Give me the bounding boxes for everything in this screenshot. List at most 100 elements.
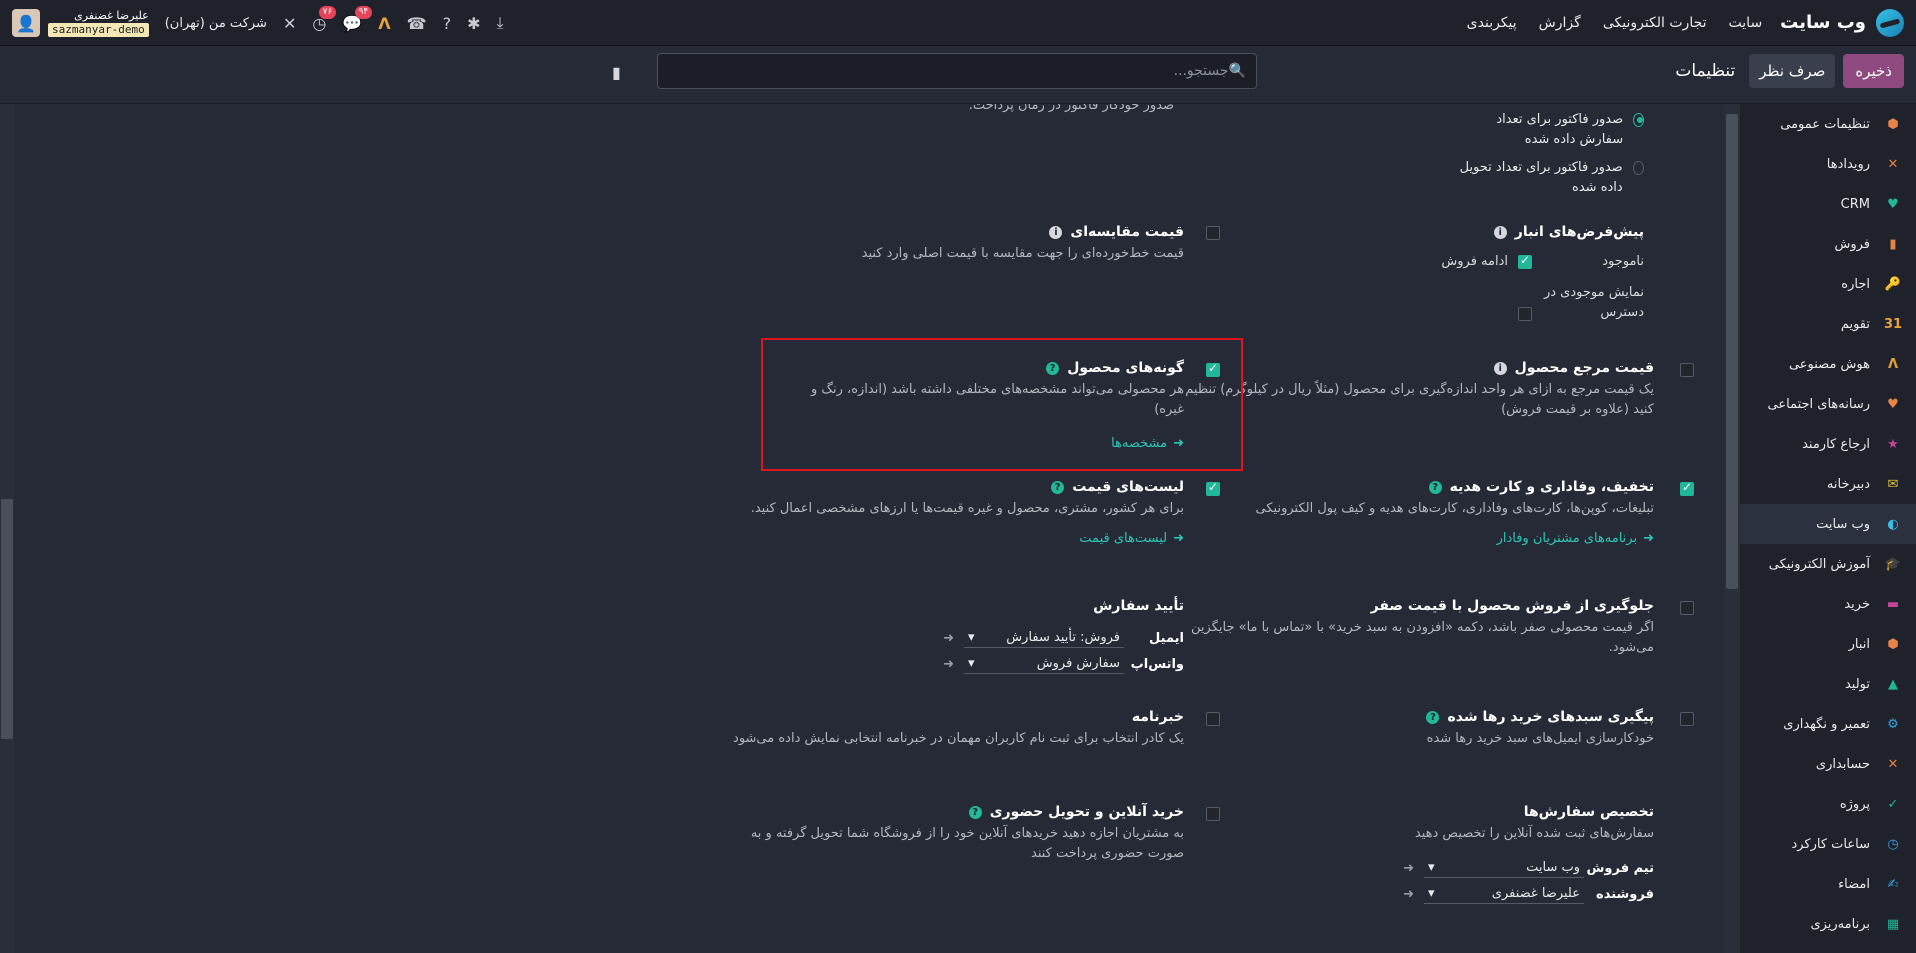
- sidebar-item[interactable]: ▦ برنامه‌ریزی: [1740, 904, 1916, 944]
- newsletter-checkbox[interactable]: [1206, 712, 1220, 726]
- pricelists-link-label: لیست‌های قیمت: [1079, 531, 1168, 546]
- continue-selling-checkbox[interactable]: [1518, 253, 1532, 269]
- app-icon: ✓: [1887, 796, 1899, 812]
- sidebar-item[interactable]: ◷ ساعات کارکرد: [1740, 824, 1916, 864]
- discard-button[interactable]: صرف نظر: [1749, 54, 1836, 88]
- sidebar-item[interactable]: 🎓 آموزش الکترونیکی: [1740, 544, 1916, 584]
- messages-icon[interactable]: 💬 ۹۴: [342, 5, 373, 33]
- debug-bug-icon[interactable]: ✱: [467, 14, 480, 33]
- radio-ordered[interactable]: [1633, 113, 1644, 127]
- sidebar-item-label: تقویم: [1840, 316, 1870, 332]
- download-icon[interactable]: ⤓: [496, 13, 503, 33]
- avatar: 👤: [12, 9, 40, 37]
- help-icon[interactable]: ?: [1428, 480, 1442, 494]
- sidebar-item[interactable]: ♥ CRM: [1740, 184, 1916, 224]
- app-icon: ⬢: [1887, 636, 1899, 652]
- reference-price-checkbox[interactable]: [1680, 363, 1694, 377]
- radio-invoice-ordered[interactable]: صدور فاکتور برای تعداد سفارش داده شده: [1454, 110, 1644, 150]
- search-icon[interactable]: 🔍: [1229, 63, 1246, 79]
- activity-clock-icon[interactable]: ◷ ۷۶: [312, 5, 337, 33]
- open-record-arrow-icon[interactable]: ➜: [943, 631, 954, 646]
- user-menu[interactable]: 👤 علیرضا غضنفری sazmanyar-demo: [12, 9, 149, 37]
- menu-report[interactable]: گزارش: [1539, 15, 1581, 31]
- app-name: وب سایت: [1780, 12, 1866, 33]
- sidebar-item[interactable]: Λ هوش مصنوعی: [1740, 344, 1916, 384]
- abandoned-carts-checkbox[interactable]: [1680, 712, 1694, 726]
- menu-ecommerce[interactable]: تجارت الکترونیکی: [1603, 15, 1707, 31]
- pricelists-checkbox[interactable]: [1206, 480, 1220, 496]
- ai-icon[interactable]: Λ: [378, 14, 390, 33]
- whatsapp-template-select[interactable]: سفارش فروش ▾: [964, 654, 1124, 674]
- compare-price-checkbox[interactable]: [1206, 226, 1220, 240]
- open-record-arrow-icon[interactable]: ➜: [1403, 861, 1414, 876]
- app-icon: ⬢: [1887, 116, 1899, 132]
- app-icon: ▮: [1889, 236, 1897, 252]
- menu-configuration[interactable]: پیکربندی: [1467, 15, 1517, 31]
- email-template-select[interactable]: فروش: تأیید سفارش ▾: [964, 628, 1124, 648]
- menu-site[interactable]: سایت: [1729, 15, 1763, 31]
- bookmark-icon[interactable]: ▮: [612, 63, 621, 82]
- sidebar-item[interactable]: 🔑 اجاره: [1740, 264, 1916, 304]
- pricelists-setting: لیست‌های قیمت? برای هر کشور، مشتری، محصو…: [714, 479, 1184, 546]
- email-label: ایمیل: [1149, 630, 1184, 646]
- radio-delivered[interactable]: [1632, 161, 1644, 175]
- loyalty-checkbox[interactable]: [1680, 480, 1694, 496]
- radio-invoice-delivered[interactable]: صدور فاکتور برای تعداد تحویل داده شده: [1454, 158, 1644, 198]
- zero-price-setting: جلوگیری از فروش محصول با قیمت صفر اگر قی…: [1184, 598, 1654, 658]
- sidebar-item[interactable]: ▮ فروش: [1740, 224, 1916, 264]
- sidebar-item[interactable]: ✕ رویدادها: [1740, 144, 1916, 184]
- sidebar-item-label: آموزش الکترونیکی: [1768, 556, 1870, 572]
- help-icon[interactable]: ?: [1426, 710, 1440, 724]
- help-icon[interactable]: ?: [443, 14, 452, 33]
- sidebar-item[interactable]: ▬ خرید: [1740, 584, 1916, 624]
- sidebar-item[interactable]: 31 تقویم: [1740, 304, 1916, 344]
- sidebar-item[interactable]: ✕ حسابداری: [1740, 744, 1916, 784]
- top-navbar: وب سایت سایت تجارت الکترونیکی گزارش پیکر…: [0, 0, 1916, 46]
- sidebar-item[interactable]: ⚙ تعمیر و نگهداری: [1740, 704, 1916, 744]
- sales-team-select[interactable]: وب سایت ▾: [1424, 858, 1584, 878]
- abandoned-carts-desc: خودکارسازی ایمیل‌های سبد خرید رها شده: [1426, 731, 1654, 746]
- loyalty-desc: تبلیغات، کوپن‌ها، کارت‌های وفاداری، کارت…: [1255, 501, 1654, 516]
- pricelists-link[interactable]: ➜ لیست‌های قیمت: [1079, 531, 1184, 546]
- sidebar-item-label: رویدادها: [1826, 156, 1870, 172]
- search-input[interactable]: [668, 63, 1229, 79]
- sidebar-item[interactable]: ★ ارجاع کارمند: [1740, 424, 1916, 464]
- sidebar-item[interactable]: ✓ پروژه: [1740, 784, 1916, 824]
- assign-orders-title: تخصیص سفارش‌ها: [1523, 804, 1654, 820]
- sidebar-item[interactable]: ◐ وب سایت: [1740, 504, 1916, 544]
- sidebar-item[interactable]: ✍ امضاء: [1740, 864, 1916, 904]
- arrow-right-icon: ➜: [1643, 531, 1654, 546]
- stock-defaults-title: پیش‌فرض‌های انبار: [1514, 224, 1644, 240]
- sidebar-item-label: فروش: [1834, 236, 1870, 252]
- sidebar-item[interactable]: ⬢ انبار: [1740, 624, 1916, 664]
- zero-price-checkbox[interactable]: [1680, 601, 1694, 615]
- user-name: علیرضا غضنفری: [74, 9, 149, 22]
- page-scrollbar[interactable]: [0, 104, 14, 953]
- loyalty-setting: تخفیف، وفاداری و کارت هدیه? تبلیغات، کوپ…: [1184, 479, 1654, 546]
- sidebar-item[interactable]: ▲ تولید: [1740, 664, 1916, 704]
- info-icon: i: [1049, 225, 1063, 239]
- email-template-value: فروش: تأیید سفارش: [1006, 630, 1120, 645]
- help-icon[interactable]: ?: [968, 805, 982, 819]
- open-record-arrow-icon[interactable]: ➜: [943, 657, 954, 672]
- sidebar-item[interactable]: ✉ دبیرخانه: [1740, 464, 1916, 504]
- company-switcher[interactable]: شرکت من (تهران): [165, 16, 267, 31]
- help-icon[interactable]: ?: [1051, 480, 1065, 494]
- loyalty-programs-link[interactable]: ➜ برنامه‌های مشتریان وفادار: [1497, 531, 1654, 546]
- save-button[interactable]: ذخیره: [1843, 54, 1904, 88]
- open-record-arrow-icon[interactable]: ➜: [1403, 887, 1414, 902]
- sidebar-item-label: تعمیر و نگهداری: [1783, 716, 1870, 732]
- sales-team-label: تیم فروش: [1586, 860, 1654, 876]
- app-brand[interactable]: وب سایت: [1780, 8, 1904, 37]
- salesperson-select[interactable]: علیرضا غضنفری ▾: [1424, 884, 1584, 904]
- tools-icon[interactable]: ✕: [283, 14, 296, 33]
- compare-price-title: قیمت مقایسه‌ای: [1070, 224, 1184, 240]
- sidebar-item[interactable]: ♥ رسانه‌های اجتماعی: [1740, 384, 1916, 424]
- sidebar-item-label: ساعات کارکرد: [1791, 836, 1870, 852]
- reference-price-setting: قیمت مرجع محصول i یک قیمت مرجع به ازای هر…: [1184, 360, 1654, 420]
- click-collect-checkbox[interactable]: [1206, 807, 1220, 821]
- auto-invoice-partial: صدور خودکار فاکتور در زمان پرداخت.: [614, 104, 1174, 116]
- show-available-checkbox[interactable]: [1518, 307, 1532, 321]
- sidebar-item[interactable]: ⬢ تنظیمات عمومی: [1740, 104, 1916, 144]
- phone-icon[interactable]: ☎: [407, 14, 427, 33]
